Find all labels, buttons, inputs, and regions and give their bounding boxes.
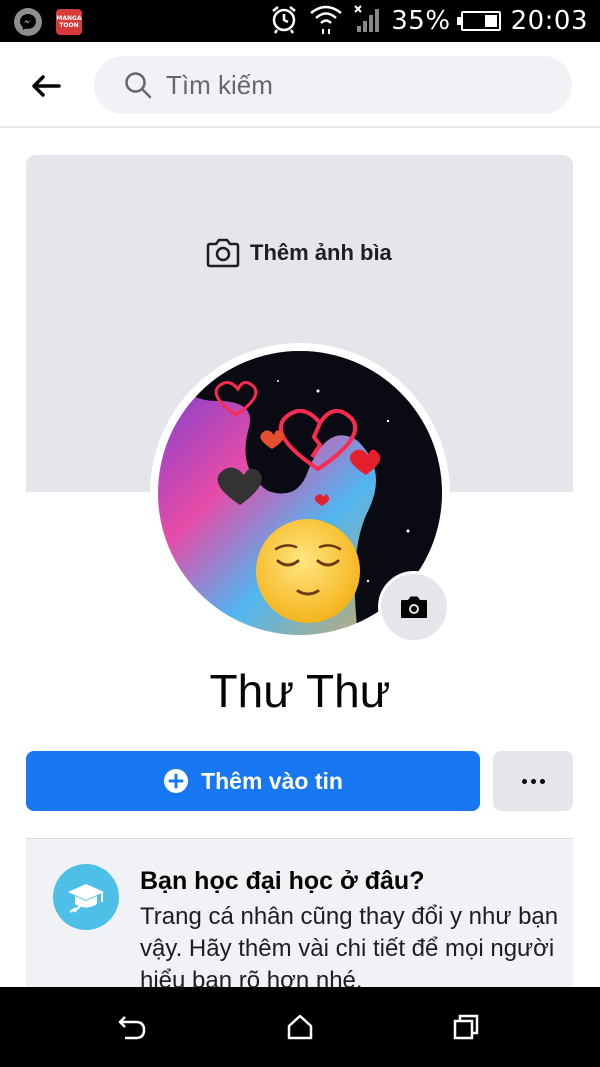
clock: 20:03 <box>510 6 588 36</box>
plus-circle-icon <box>164 769 189 793</box>
home-nav-button[interactable] <box>280 1009 320 1045</box>
more-icon <box>521 778 545 784</box>
battery-icon <box>456 11 501 31</box>
card-title: Bạn học đại học ở đâu? <box>140 867 425 895</box>
battery-percent: 35% <box>391 6 451 36</box>
add-cover-photo-button[interactable]: Thêm ảnh bìa <box>206 237 392 269</box>
recent-apps-icon <box>453 1014 479 1040</box>
wifi-icon <box>309 3 343 40</box>
back-nav-icon <box>118 1016 146 1040</box>
recents-nav-button[interactable] <box>446 1009 486 1045</box>
graduation-cap-icon <box>53 864 119 930</box>
system-navigation-bar <box>0 987 600 1067</box>
camera-icon <box>206 238 240 268</box>
search-input[interactable] <box>166 56 546 114</box>
add-to-story-label: Thêm vào tin <box>201 767 343 794</box>
signal-icon <box>353 4 381 39</box>
back-arrow-icon <box>32 75 61 97</box>
messenger-icon <box>14 8 42 36</box>
search-icon <box>125 72 152 99</box>
add-cover-photo-label: Thêm ảnh bìa <box>250 240 392 265</box>
card-body: Trang cá nhân cũng thay đổi y như bạn vậ… <box>140 903 559 994</box>
back-button[interactable] <box>26 66 66 106</box>
more-options-button[interactable] <box>493 751 573 811</box>
profile-name: Thư Thư <box>209 665 391 717</box>
add-to-story-button[interactable]: Thêm vào tin <box>26 751 480 811</box>
back-nav-button[interactable] <box>112 1009 152 1045</box>
home-icon <box>287 1014 313 1040</box>
top-bar <box>0 42 600 128</box>
alarm-icon <box>269 4 299 39</box>
camera-icon <box>401 596 427 618</box>
battery-level <box>485 15 497 27</box>
education-prompt-card[interactable]: Bạn học đại học ở đâu? Trang cá nhân cũn… <box>26 839 573 999</box>
status-bar: MANGA TOON 35% 20:03 <box>0 0 600 42</box>
update-profile-picture-button[interactable] <box>378 571 450 643</box>
search-bar[interactable] <box>94 56 572 114</box>
mangatoon-icon: MANGA TOON <box>56 9 82 35</box>
